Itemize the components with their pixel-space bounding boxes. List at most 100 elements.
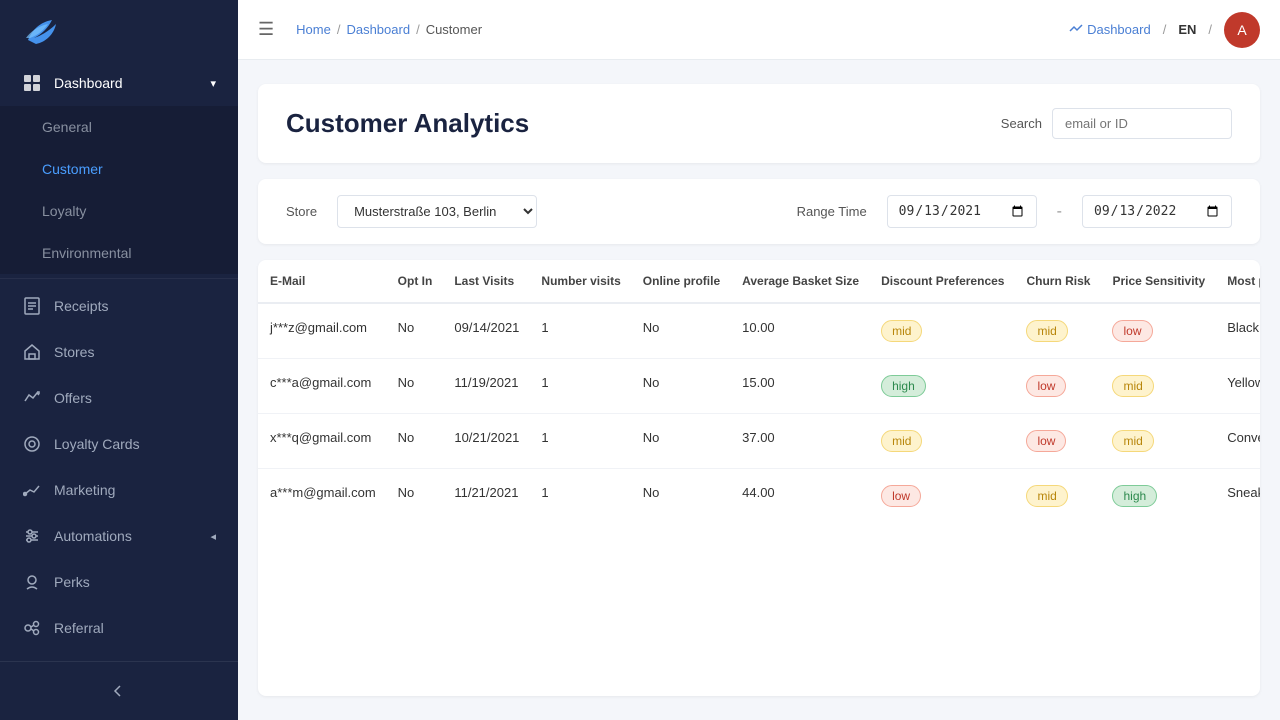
dashboard-link-icon <box>1069 23 1083 37</box>
topbar-sep-1: / <box>1163 22 1167 37</box>
search-input[interactable] <box>1052 108 1232 139</box>
cell-online-profile: No <box>631 469 730 524</box>
topbar-dashboard-link[interactable]: Dashboard <box>1069 22 1151 37</box>
breadcrumb-sep-2: / <box>416 22 420 37</box>
breadcrumb-current: Customer <box>426 22 482 37</box>
offers-icon <box>22 388 42 408</box>
cell-email: c***a@gmail.com <box>258 359 386 414</box>
cell-avg-basket: 37.00 <box>730 414 869 469</box>
automations-label: Automations <box>54 528 198 544</box>
sidebar-divider-1 <box>0 278 238 279</box>
sidebar-item-stores[interactable]: Stores <box>0 329 238 375</box>
cell-last-visits: 10/21/2021 <box>442 414 529 469</box>
sidebar-item-environmental[interactable]: Environmental <box>0 232 238 274</box>
perks-icon <box>22 572 42 592</box>
cell-number-visits: 1 <box>529 469 630 524</box>
table-row[interactable]: a***m@gmail.com No 11/21/2021 1 No 44.00… <box>258 469 1260 524</box>
cell-number-visits: 1 <box>529 414 630 469</box>
cell-churn-risk: mid <box>1014 303 1100 359</box>
cell-price-sensitivity: mid <box>1100 414 1215 469</box>
sidebar-item-receipts[interactable]: Receipts <box>0 283 238 329</box>
cell-online-profile: No <box>631 414 730 469</box>
date-to-input[interactable] <box>1082 195 1232 228</box>
cell-online-profile: No <box>631 359 730 414</box>
sidebar-item-offers[interactable]: Offers <box>0 375 238 421</box>
receipts-label: Receipts <box>54 298 216 314</box>
page-content: Customer Analytics Search Store Musterst… <box>238 60 1280 720</box>
cell-number-visits: 1 <box>529 359 630 414</box>
cell-opt-in: No <box>386 469 443 524</box>
customer-label: Customer <box>42 161 216 177</box>
customer-table-card: E-Mail Opt In Last Visits Number visits … <box>258 260 1260 696</box>
cell-email: j***z@gmail.com <box>258 303 386 359</box>
cell-online-profile: No <box>631 303 730 359</box>
breadcrumb-dashboard[interactable]: Dashboard <box>346 22 410 37</box>
dashboard-label: Dashboard <box>54 75 198 91</box>
sidebar-item-payments[interactable]: Payments Locked <box>0 651 238 661</box>
cell-email: x***q@gmail.com <box>258 414 386 469</box>
date-from-input[interactable] <box>887 195 1037 228</box>
table-header: E-Mail Opt In Last Visits Number visits … <box>258 260 1260 303</box>
sidebar-collapse-button[interactable] <box>0 672 238 710</box>
stores-label: Stores <box>54 344 216 360</box>
store-select[interactable]: Musterstraße 103, Berlin <box>337 195 537 228</box>
sidebar-item-general[interactable]: General <box>0 106 238 148</box>
referral-label: Referral <box>54 620 216 636</box>
sidebar-item-automations[interactable]: Automations ◂ <box>0 513 238 559</box>
marketing-icon <box>22 480 42 500</box>
sidebar-navigation: Dashboard ▾ General Customer Loyalty Env… <box>0 60 238 661</box>
filter-bar: Store Musterstraße 103, Berlin Range Tim… <box>258 179 1260 244</box>
cell-discount-pref: mid <box>869 303 1014 359</box>
table-body: j***z@gmail.com No 09/14/2021 1 No 10.00… <box>258 303 1260 523</box>
user-avatar[interactable]: A <box>1224 12 1260 48</box>
cell-last-visits: 09/14/2021 <box>442 303 529 359</box>
sidebar-item-loyalty-cards[interactable]: Loyalty Cards <box>0 421 238 467</box>
receipts-icon <box>22 296 42 316</box>
table-row[interactable]: c***a@gmail.com No 11/19/2021 1 No 15.00… <box>258 359 1260 414</box>
col-header-price-sensitivity: Price Sensitivity <box>1100 260 1215 303</box>
perks-label: Perks <box>54 574 216 590</box>
breadcrumb-home[interactable]: Home <box>296 22 331 37</box>
main-content: ☰ Home / Dashboard / Customer Dashboard … <box>238 0 1280 720</box>
loyalty-label: Loyalty <box>42 203 216 219</box>
col-header-churn-risk: Churn Risk <box>1014 260 1100 303</box>
sidebar-item-dashboard[interactable]: Dashboard ▾ <box>0 60 238 106</box>
marketing-label: Marketing <box>54 482 216 498</box>
sidebar-bottom <box>0 661 238 720</box>
cell-price-sensitivity: high <box>1100 469 1215 524</box>
store-filter-label: Store <box>286 204 317 219</box>
table-row[interactable]: j***z@gmail.com No 09/14/2021 1 No 10.00… <box>258 303 1260 359</box>
sidebar-item-customer[interactable]: Customer <box>0 148 238 190</box>
cell-discount-pref: mid <box>869 414 1014 469</box>
table-wrapper: E-Mail Opt In Last Visits Number visits … <box>258 260 1260 523</box>
range-time-label: Range Time <box>797 204 867 219</box>
sidebar-logo <box>0 0 238 60</box>
col-header-discount-pref: Discount Preferences <box>869 260 1014 303</box>
cell-avg-basket: 10.00 <box>730 303 869 359</box>
cell-most-popular: Black Jeans <box>1215 303 1260 359</box>
col-header-most-popular: Most popular items <box>1215 260 1260 303</box>
cell-churn-risk: mid <box>1014 469 1100 524</box>
cell-price-sensitivity: mid <box>1100 359 1215 414</box>
brand-logo-icon <box>20 12 68 48</box>
cell-opt-in: No <box>386 359 443 414</box>
cell-most-popular: Yellow Cap <box>1215 359 1260 414</box>
dashboard-chevron-icon: ▾ <box>210 77 216 90</box>
cell-price-sensitivity: low <box>1100 303 1215 359</box>
sidebar-item-loyalty[interactable]: Loyalty <box>0 190 238 232</box>
sidebar-item-marketing[interactable]: Marketing <box>0 467 238 513</box>
cell-avg-basket: 15.00 <box>730 359 869 414</box>
hamburger-menu-icon[interactable]: ☰ <box>258 19 274 40</box>
cell-opt-in: No <box>386 414 443 469</box>
cell-last-visits: 11/19/2021 <box>442 359 529 414</box>
table-row[interactable]: x***q@gmail.com No 10/21/2021 1 No 37.00… <box>258 414 1260 469</box>
sidebar-sub-dashboard: General Customer Loyalty Environmental <box>0 106 238 274</box>
sidebar-item-perks[interactable]: Perks <box>0 559 238 605</box>
language-selector[interactable]: EN <box>1178 22 1196 37</box>
page-header-card: Customer Analytics Search <box>258 84 1260 163</box>
page-title: Customer Analytics <box>286 108 529 139</box>
topbar: ☰ Home / Dashboard / Customer Dashboard … <box>238 0 1280 60</box>
sidebar-item-referral[interactable]: Referral <box>0 605 238 651</box>
breadcrumb: Home / Dashboard / Customer <box>296 22 1055 37</box>
cell-most-popular: Sneaker <box>1215 469 1260 524</box>
